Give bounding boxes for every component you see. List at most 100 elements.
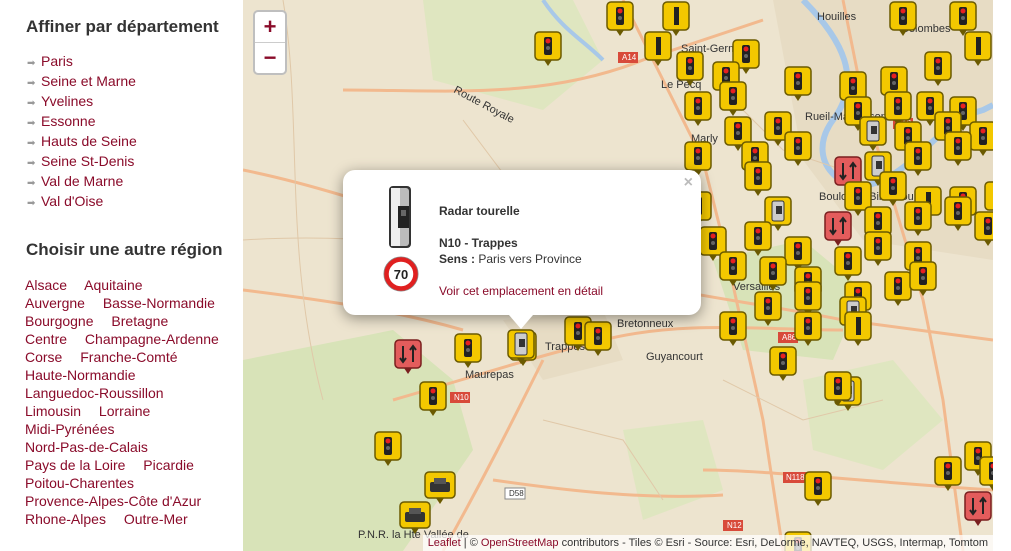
radar-marker[interactable] bbox=[783, 130, 817, 171]
region-link[interactable]: Outre-Mer bbox=[124, 511, 188, 527]
region-link[interactable]: Franche-Comté bbox=[80, 349, 177, 365]
attribution-separator: | © bbox=[460, 537, 481, 549]
road-label: D58 bbox=[509, 489, 524, 498]
region-link[interactable]: Basse-Normandie bbox=[103, 295, 215, 311]
map[interactable]: A14 A13 A86 N10 N118 D58 N12 Houilles Co… bbox=[243, 0, 993, 551]
popup-tip bbox=[509, 315, 533, 329]
radar-marker[interactable] bbox=[605, 0, 639, 41]
radar-marker[interactable] bbox=[943, 130, 977, 171]
region-link[interactable]: Haute-Normandie bbox=[25, 367, 136, 383]
place-label: Bretonneux bbox=[617, 318, 674, 330]
direction-value: Paris vers Province bbox=[475, 252, 582, 266]
region-link[interactable]: Bretagne bbox=[111, 313, 168, 329]
dept-link[interactable]: Val de Marne bbox=[41, 173, 123, 189]
radar-marker[interactable] bbox=[803, 470, 837, 511]
list-item: ➡ Seine et Marne bbox=[27, 71, 137, 91]
region-link[interactable]: Picardie bbox=[143, 457, 194, 473]
road-label: N12 bbox=[727, 521, 742, 530]
radar-marker[interactable] bbox=[933, 455, 967, 496]
radar-marker[interactable] bbox=[675, 50, 709, 91]
radar-marker[interactable] bbox=[718, 250, 752, 291]
region-link[interactable]: Corse bbox=[25, 349, 62, 365]
list-item: ➡ Seine St-Denis bbox=[27, 151, 137, 171]
radar-marker[interactable] bbox=[908, 260, 942, 301]
region-link[interactable]: Limousin bbox=[25, 403, 81, 419]
zoom-in-button[interactable]: + bbox=[255, 12, 285, 43]
radar-marker[interactable] bbox=[718, 310, 752, 351]
radar-marker[interactable] bbox=[843, 310, 877, 351]
region-link[interactable]: Poitou-Charentes bbox=[25, 475, 134, 491]
radar-marker[interactable] bbox=[643, 30, 677, 71]
radar-marker[interactable] bbox=[533, 30, 567, 71]
list-item: ➡ Essonne bbox=[27, 111, 137, 131]
speed-limit-value: 70 bbox=[394, 267, 408, 282]
radar-marker[interactable] bbox=[863, 230, 897, 271]
leaflet-link[interactable]: Leaflet bbox=[428, 537, 461, 549]
radar-popup: × 70 Radar tourelle N10 - Trappes Sens :… bbox=[343, 170, 701, 329]
region-link[interactable]: Nord-Pas-de-Calais bbox=[25, 439, 148, 455]
region-link[interactable]: Bourgogne bbox=[25, 313, 94, 329]
place-label: Guyancourt bbox=[646, 351, 703, 363]
road-label: N10 bbox=[454, 393, 469, 402]
speed-camera-icon bbox=[389, 186, 411, 248]
radar-marker[interactable] bbox=[393, 338, 427, 379]
place-label: Houilles bbox=[817, 11, 857, 23]
region-link[interactable]: Centre bbox=[25, 331, 67, 347]
region-link[interactable]: Champagne-Ardenne bbox=[85, 331, 219, 347]
radar-marker[interactable] bbox=[418, 380, 452, 421]
speed-limit-sign: 70 bbox=[383, 256, 419, 292]
popup-direction: Sens : Paris vers Province bbox=[439, 252, 582, 266]
dept-link[interactable]: Hauts de Seine bbox=[41, 133, 137, 149]
region-link[interactable]: Lorraine bbox=[99, 403, 150, 419]
radar-marker[interactable] bbox=[453, 332, 487, 373]
attribution: Leaflet | © OpenStreetMap contributors -… bbox=[422, 535, 993, 551]
radar-marker[interactable] bbox=[973, 210, 993, 251]
attribution-text: contributors - Tiles © Esri - Source: Es… bbox=[558, 537, 988, 549]
right-strip bbox=[993, 0, 1011, 551]
radar-marker[interactable] bbox=[768, 345, 802, 386]
dept-link[interactable]: Yvelines bbox=[41, 93, 93, 109]
radar-marker[interactable] bbox=[943, 195, 977, 236]
popup-title: Radar tourelle bbox=[439, 204, 520, 218]
close-icon[interactable]: × bbox=[684, 174, 693, 192]
region-link[interactable]: Midi-Pyrénées bbox=[25, 421, 114, 437]
list-item: ➡ Val d'Oise bbox=[27, 191, 137, 211]
list-item: ➡ Yvelines bbox=[27, 91, 137, 111]
radar-marker[interactable] bbox=[783, 65, 817, 106]
radar-marker[interactable] bbox=[903, 200, 937, 241]
region-heading: Choisir une autre région bbox=[26, 240, 223, 259]
region-link[interactable]: Provence-Alpes-Côte d'Azur bbox=[25, 493, 201, 509]
region-link[interactable]: Rhone-Alpes bbox=[25, 511, 106, 527]
radar-marker[interactable] bbox=[963, 490, 993, 531]
radar-marker[interactable] bbox=[683, 90, 717, 131]
zoom-out-button[interactable]: − bbox=[255, 43, 285, 73]
radar-marker[interactable] bbox=[923, 50, 957, 91]
dept-link[interactable]: Seine et Marne bbox=[41, 73, 136, 89]
detail-link[interactable]: Voir cet emplacement en détail bbox=[439, 284, 603, 298]
radar-marker[interactable] bbox=[753, 290, 787, 331]
direction-label: Sens : bbox=[439, 252, 476, 266]
radar-marker[interactable] bbox=[373, 430, 407, 471]
region-link[interactable]: Alsace bbox=[25, 277, 67, 293]
region-link[interactable]: Aquitaine bbox=[84, 277, 142, 293]
popup-route: N10 - Trappes bbox=[439, 236, 518, 250]
region-link[interactable]: Languedoc-Roussillon bbox=[25, 385, 164, 401]
osm-link[interactable]: OpenStreetMap bbox=[481, 537, 559, 549]
region-link[interactable]: Auvergne bbox=[25, 295, 85, 311]
road-label: A14 bbox=[622, 53, 637, 62]
radar-marker[interactable] bbox=[583, 320, 617, 361]
dept-link[interactable]: Seine St-Denis bbox=[41, 153, 134, 169]
radar-marker[interactable] bbox=[823, 370, 857, 411]
arrow-icon: ➡ bbox=[27, 198, 36, 209]
dept-link[interactable]: Paris bbox=[41, 53, 73, 69]
list-item: ➡ Val de Marne bbox=[27, 171, 137, 191]
selected-radar-marker[interactable] bbox=[506, 328, 540, 369]
dept-list: ➡ Paris ➡ Seine et Marne ➡ Yvelines ➡ Essonn… bbox=[27, 51, 137, 211]
sidebar: Affiner par département ➡ Paris ➡ Seine et… bbox=[0, 0, 243, 551]
dept-link[interactable]: Essonne bbox=[41, 113, 95, 129]
radar-marker[interactable] bbox=[888, 0, 922, 41]
zoom-control: + − bbox=[253, 10, 287, 75]
region-link[interactable]: Pays de la Loire bbox=[25, 457, 125, 473]
dept-link[interactable]: Val d'Oise bbox=[41, 193, 103, 209]
radar-marker[interactable] bbox=[963, 30, 993, 71]
